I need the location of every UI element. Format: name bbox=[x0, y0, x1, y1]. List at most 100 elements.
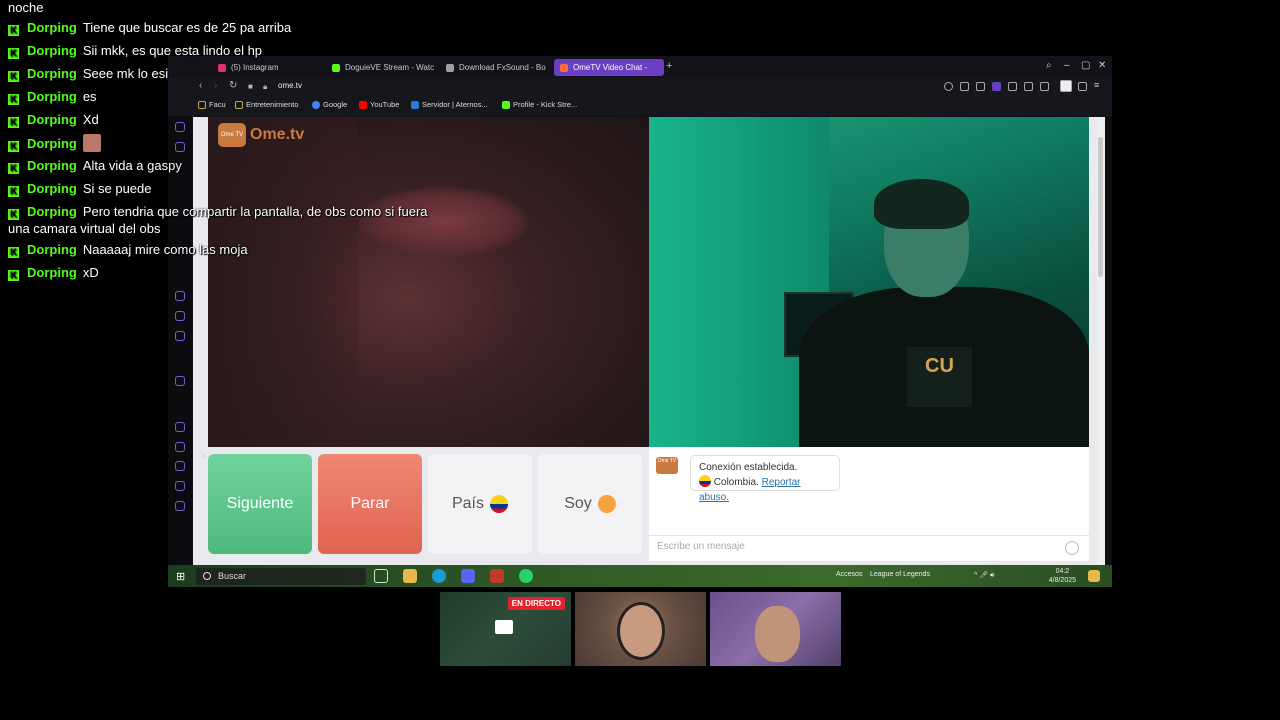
live-badge: EN DIRECTO bbox=[507, 597, 565, 610]
bookmark-google[interactable]: Google bbox=[312, 100, 347, 109]
shield-icon[interactable] bbox=[992, 82, 1001, 91]
ometv-page: Ome TV Ome.tv CU Siguiente Parar País So… bbox=[193, 117, 1105, 565]
clock-date: 4/8/2025 bbox=[1048, 577, 1076, 584]
url-field[interactable]: ome.tv bbox=[278, 81, 302, 90]
reload-icon[interactable]: ↻ bbox=[229, 80, 237, 91]
tab-kick[interactable]: DoguieVE Stream - Watc bbox=[326, 59, 436, 76]
participant-thumbnail-1[interactable] bbox=[575, 592, 706, 666]
x-icon[interactable] bbox=[175, 331, 185, 341]
colombia-flag-icon bbox=[490, 495, 508, 513]
gender-button[interactable]: Soy bbox=[538, 454, 642, 554]
translate-icon[interactable] bbox=[1008, 82, 1017, 91]
stream-thumbnail-live[interactable]: EN DIRECTO bbox=[440, 592, 571, 666]
bookmark-facu[interactable]: Facu bbox=[198, 100, 226, 109]
chat-message-text: Alta vida a gaspy bbox=[82, 158, 182, 173]
bookmark-youtube[interactable]: YouTube bbox=[359, 100, 399, 109]
bookmark-kick-profile[interactable]: Profile - Kick Stre... bbox=[502, 100, 577, 109]
sidebar-icon-4[interactable] bbox=[175, 376, 185, 386]
chat-message-text: Xd bbox=[82, 112, 99, 127]
scrollbar-thumb[interactable] bbox=[1098, 137, 1103, 277]
box-icon[interactable] bbox=[175, 481, 185, 491]
tab-ometv[interactable]: OmeTV Video Chat - bbox=[554, 59, 664, 76]
bookmarks-bar: Facu Entretenimiento Google YouTube Serv… bbox=[168, 96, 1112, 116]
tab-label: Download FxSound - Bo bbox=[459, 63, 546, 72]
bookmark-entretenimiento[interactable]: Entretenimiento bbox=[235, 100, 299, 109]
emoji-icon[interactable] bbox=[1065, 541, 1079, 555]
taskbar-search[interactable]: Buscar bbox=[196, 568, 366, 585]
new-tab-button[interactable]: + bbox=[666, 60, 672, 72]
bookmark-aternos[interactable]: Servidor | Aternos... bbox=[411, 100, 488, 109]
sidebar-icon-2[interactable] bbox=[175, 122, 185, 132]
heart-icon[interactable] bbox=[1040, 82, 1049, 91]
tab-label: DoguieVE Stream - Watc bbox=[345, 63, 435, 72]
chat-message: K Dorping Alta vida a gaspy bbox=[8, 157, 182, 174]
forward-icon[interactable]: › bbox=[214, 80, 217, 91]
tray-icons[interactable]: ^ 🎤︎ 🔊︎ bbox=[974, 571, 994, 580]
extensions-icon[interactable] bbox=[175, 461, 185, 471]
kick-badge-icon: K bbox=[8, 25, 19, 36]
sidebar-icon-3[interactable] bbox=[175, 142, 185, 152]
system-message: Conexión establecida. Colombia. Reportar… bbox=[690, 455, 840, 503]
kick-icon bbox=[332, 63, 340, 72]
participant-thumbnail-2[interactable] bbox=[710, 592, 841, 666]
minimize-icon[interactable]: – bbox=[1064, 60, 1070, 71]
close-icon[interactable]: ✕ bbox=[1098, 60, 1106, 71]
page-scrollbar[interactable] bbox=[1097, 117, 1105, 565]
stop-button[interactable]: Parar bbox=[318, 454, 422, 554]
tab-label: (5) Instagram bbox=[231, 63, 279, 72]
maximize-icon[interactable]: ▢ bbox=[1081, 60, 1090, 71]
aternos-icon bbox=[411, 100, 419, 109]
download-icon[interactable] bbox=[1078, 82, 1087, 91]
screenshot-icon[interactable] bbox=[976, 82, 985, 91]
tab-bar: (5) Instagram DoguieVE Stream - Watc Dow… bbox=[168, 56, 1112, 78]
tab-instagram[interactable]: (5) Instagram bbox=[212, 59, 322, 76]
bookmark-label: Profile - Kick Stre... bbox=[513, 100, 578, 109]
kick-icon bbox=[502, 100, 510, 109]
menu-icon[interactable]: ≡ bbox=[1094, 80, 1103, 90]
chat-username: Dorping bbox=[27, 66, 77, 81]
tray-access-label[interactable]: Accesos bbox=[836, 571, 862, 578]
taskbar-clock[interactable]: 04:2 4/8/2025 bbox=[1049, 567, 1076, 585]
google-icon bbox=[312, 100, 320, 109]
back-icon[interactable]: ‹ bbox=[199, 80, 202, 91]
whatsapp-icon[interactable] bbox=[519, 569, 533, 583]
edge-icon[interactable] bbox=[432, 569, 446, 583]
message-placeholder: Escribe un mensaje bbox=[657, 541, 745, 552]
chat-message: K Dorping Sii mkk, es que esta lindo el hp bbox=[8, 42, 262, 59]
history-icon[interactable] bbox=[175, 442, 185, 452]
chat-message-text: Sii mkk, es que esta lindo el hp bbox=[82, 43, 263, 58]
heart-icon[interactable] bbox=[175, 422, 185, 432]
ometv-logo[interactable]: Ome TV Ome.tv bbox=[218, 123, 304, 147]
play-icon[interactable] bbox=[1024, 82, 1033, 91]
tab-fxsound[interactable]: Download FxSound - Bo bbox=[440, 59, 550, 76]
camera-icon[interactable]: ■ bbox=[248, 82, 253, 91]
opera-icon[interactable] bbox=[490, 569, 504, 583]
instagram-icon[interactable] bbox=[175, 311, 185, 321]
chat-message-continuation: una camara virtual del obs bbox=[8, 220, 160, 237]
ometv-icon bbox=[560, 63, 568, 72]
windows-start-icon[interactable]: ⊞ bbox=[176, 570, 188, 583]
twitch-icon[interactable] bbox=[175, 291, 185, 301]
task-view-icon[interactable] bbox=[374, 569, 388, 583]
kick-badge-icon: K bbox=[8, 94, 19, 105]
bookmark-icon[interactable] bbox=[960, 82, 969, 91]
next-button[interactable]: Siguiente bbox=[208, 454, 312, 554]
search-tabs-icon[interactable]: ⌕ bbox=[1046, 60, 1052, 71]
zoom-icon[interactable] bbox=[944, 82, 953, 91]
browser-window: (5) Instagram DoguieVE Stream - Watc Dow… bbox=[168, 56, 1112, 587]
kick-badge-icon: K bbox=[8, 141, 19, 152]
video-hair-shade bbox=[208, 117, 358, 447]
tray-game-label[interactable]: League of Legends bbox=[870, 571, 930, 578]
kick-badge-icon: K bbox=[8, 186, 19, 197]
bookmark-label: YouTube bbox=[370, 100, 400, 109]
country-button[interactable]: País bbox=[428, 454, 532, 554]
boy-emoji-icon bbox=[597, 495, 616, 513]
message-input[interactable]: Escribe un mensaje bbox=[649, 535, 1089, 559]
settings-icon[interactable] bbox=[175, 501, 185, 511]
discord-icon[interactable] bbox=[461, 569, 475, 583]
country-line: Colombia. Reportar abuso. bbox=[699, 475, 831, 505]
notification-icon[interactable] bbox=[1088, 570, 1100, 582]
kick-badge-icon: K bbox=[8, 117, 19, 128]
file-explorer-icon[interactable] bbox=[403, 569, 417, 583]
extension-icon[interactable] bbox=[1060, 80, 1072, 92]
